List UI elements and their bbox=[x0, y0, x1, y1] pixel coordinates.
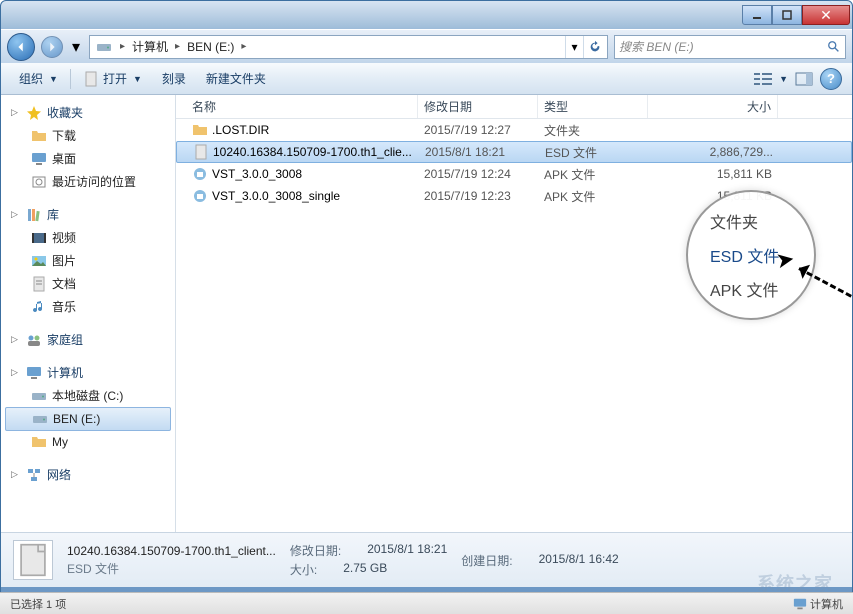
file-date: 2015/7/19 12:27 bbox=[418, 123, 538, 137]
new-folder-button[interactable]: 新建文件夹 bbox=[198, 67, 274, 90]
sidebar-item-music[interactable]: 音乐 bbox=[1, 295, 175, 318]
column-name[interactable]: 名称 bbox=[186, 95, 418, 118]
details-pane: 10240.16384.150709-1700.th1_client... ES… bbox=[1, 532, 852, 587]
sidebar: ▷收藏夹 下载 桌面 最近访问的位置 ▷库 视频 图片 文档 音乐 ▷家庭组 ▷… bbox=[1, 95, 176, 532]
file-icon bbox=[83, 71, 99, 87]
address-dropdown[interactable]: ▾ bbox=[565, 36, 583, 58]
sidebar-favorites-header[interactable]: ▷收藏夹 bbox=[1, 101, 175, 124]
document-icon bbox=[31, 276, 47, 292]
details-filename: 10240.16384.150709-1700.th1_client... bbox=[67, 544, 276, 558]
file-type: ESD 文件 bbox=[539, 144, 649, 161]
file-type-icon bbox=[192, 166, 208, 182]
toolbar: 组织▼ 打开▼ 刻录 新建文件夹 ▼ ? bbox=[1, 63, 852, 95]
view-icon bbox=[753, 71, 775, 87]
sidebar-item-drive-e[interactable]: BEN (E:) bbox=[5, 407, 171, 431]
search-placeholder: 搜索 BEN (E:) bbox=[619, 38, 694, 55]
sidebar-computer-header[interactable]: ▷计算机 bbox=[1, 361, 175, 384]
sidebar-item-my[interactable]: My bbox=[1, 431, 175, 453]
desktop-icon bbox=[31, 151, 47, 167]
view-options[interactable]: ▼ bbox=[753, 71, 788, 87]
sidebar-item-documents[interactable]: 文档 bbox=[1, 272, 175, 295]
drive-icon bbox=[32, 411, 48, 427]
explorer-window: ✕ ▾ ▸ 计算机 ▸ BEN (E:) ▸ ▾ 搜索 BEN (E:) 组织▼… bbox=[0, 0, 853, 605]
file-date: 2015/7/19 12:24 bbox=[418, 167, 538, 181]
preview-pane-button[interactable] bbox=[792, 68, 816, 90]
file-name: 10240.16384.150709-1700.th1_clie... bbox=[213, 145, 412, 159]
help-button[interactable]: ? bbox=[820, 68, 842, 90]
file-type: APK 文件 bbox=[538, 188, 648, 205]
refresh-button[interactable] bbox=[583, 36, 605, 58]
address-bar[interactable]: ▸ 计算机 ▸ BEN (E:) ▸ ▾ bbox=[89, 35, 608, 59]
sidebar-homegroup-header[interactable]: ▷家庭组 bbox=[1, 328, 175, 351]
file-type-icon bbox=[192, 122, 208, 138]
file-type: APK 文件 bbox=[538, 166, 648, 183]
minimize-button[interactable] bbox=[742, 5, 772, 25]
drive-icon bbox=[31, 388, 47, 404]
file-name: VST_3.0.0_3008_single bbox=[212, 189, 340, 203]
recent-icon bbox=[31, 174, 47, 190]
sidebar-item-desktop[interactable]: 桌面 bbox=[1, 147, 175, 170]
breadcrumb-separator: ▸ bbox=[237, 41, 250, 52]
column-size[interactable]: 大小 bbox=[648, 95, 778, 118]
search-input[interactable]: 搜索 BEN (E:) bbox=[614, 35, 846, 59]
file-size: 2,886,729... bbox=[649, 145, 779, 159]
network-icon bbox=[26, 467, 42, 483]
file-name: VST_3.0.0_3008 bbox=[212, 167, 302, 181]
drive-icon bbox=[96, 39, 112, 55]
file-date: 2015/8/1 18:21 bbox=[419, 145, 539, 159]
computer-icon bbox=[793, 597, 807, 611]
sidebar-item-downloads[interactable]: 下载 bbox=[1, 124, 175, 147]
nav-bar: ▾ ▸ 计算机 ▸ BEN (E:) ▸ ▾ 搜索 BEN (E:) bbox=[1, 29, 852, 63]
file-type-icon bbox=[193, 144, 209, 160]
music-icon bbox=[31, 299, 47, 315]
titlebar: ✕ bbox=[1, 1, 852, 29]
folder-icon bbox=[31, 128, 47, 144]
file-row[interactable]: 10240.16384.150709-1700.th1_clie... 2015/… bbox=[176, 141, 852, 163]
maximize-button[interactable] bbox=[772, 5, 802, 25]
file-size: 15,811 KB bbox=[648, 167, 778, 181]
status-text: 已选择 1 项 bbox=[10, 596, 66, 612]
search-icon bbox=[827, 40, 841, 54]
file-list-area: 名称 修改日期 类型 大小 .LOST.DIR2015/7/19 12:27文件… bbox=[176, 95, 852, 532]
organize-button[interactable]: 组织▼ bbox=[11, 67, 66, 90]
nav-history-dropdown[interactable]: ▾ bbox=[69, 37, 83, 57]
file-thumbnail bbox=[13, 540, 53, 580]
breadcrumb-item[interactable]: 计算机 bbox=[129, 38, 171, 55]
file-row[interactable]: .LOST.DIR 2015/7/19 12:27文件夹 bbox=[176, 119, 852, 141]
details-filetype: ESD 文件 bbox=[67, 560, 276, 577]
burn-button[interactable]: 刻录 bbox=[154, 67, 194, 90]
column-type[interactable]: 类型 bbox=[538, 95, 648, 118]
column-date[interactable]: 修改日期 bbox=[418, 95, 538, 118]
status-bar: 已选择 1 项 计算机 bbox=[0, 592, 853, 614]
forward-button[interactable] bbox=[41, 36, 63, 58]
computer-icon bbox=[26, 365, 42, 381]
breadcrumb-item[interactable]: BEN (E:) bbox=[184, 40, 237, 54]
file-name: .LOST.DIR bbox=[212, 123, 269, 137]
video-icon bbox=[31, 230, 47, 246]
back-button[interactable] bbox=[7, 33, 35, 61]
sidebar-libraries-header[interactable]: ▷库 bbox=[1, 203, 175, 226]
sidebar-item-pictures[interactable]: 图片 bbox=[1, 249, 175, 272]
star-icon bbox=[26, 105, 42, 121]
sidebar-item-recent[interactable]: 最近访问的位置 bbox=[1, 170, 175, 193]
status-right: 计算机 bbox=[793, 596, 843, 612]
picture-icon bbox=[31, 253, 47, 269]
sidebar-item-videos[interactable]: 视频 bbox=[1, 226, 175, 249]
library-icon bbox=[26, 207, 42, 223]
file-type-icon bbox=[192, 188, 208, 204]
open-button[interactable]: 打开▼ bbox=[75, 67, 150, 90]
sidebar-network-header[interactable]: ▷网络 bbox=[1, 463, 175, 486]
breadcrumb-separator: ▸ bbox=[116, 41, 129, 52]
close-button[interactable]: ✕ bbox=[802, 5, 850, 25]
folder-icon bbox=[31, 434, 47, 450]
homegroup-icon bbox=[26, 332, 42, 348]
magnifier-annotation: 文件夹 ESD 文件 APK 文件 bbox=[686, 190, 816, 320]
file-row[interactable]: VST_3.0.0_3008 2015/7/19 12:24APK 文件15,81… bbox=[176, 163, 852, 185]
file-type: 文件夹 bbox=[538, 122, 648, 139]
file-date: 2015/7/19 12:23 bbox=[418, 189, 538, 203]
sidebar-item-drive-c[interactable]: 本地磁盘 (C:) bbox=[1, 384, 175, 407]
column-headers: 名称 修改日期 类型 大小 bbox=[176, 95, 852, 119]
breadcrumb-separator: ▸ bbox=[171, 41, 184, 52]
